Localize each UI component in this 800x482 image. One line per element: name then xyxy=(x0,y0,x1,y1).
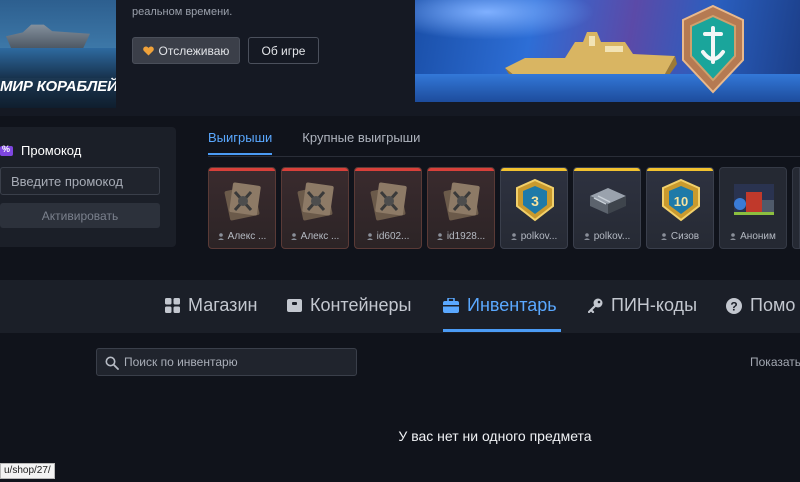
promo-title: Промокод xyxy=(21,143,82,158)
win-card[interactable]: id602... xyxy=(354,167,422,249)
activate-promo-button[interactable]: Активировать xyxy=(0,203,160,228)
warship-image xyxy=(6,24,90,48)
crate-icon xyxy=(443,182,480,221)
nav-shop-label: Магазин xyxy=(188,295,258,315)
win-card-owner: Аноним xyxy=(740,231,776,242)
key-icon xyxy=(588,298,603,313)
status-bar-url: u/shop/27/ xyxy=(0,463,55,479)
sea-image xyxy=(0,48,116,78)
heart-icon xyxy=(142,46,154,56)
game-hero: МИР КОРАБЛЕЙ реальном времени. Отслежива… xyxy=(0,0,800,116)
inventory-search-input[interactable] xyxy=(124,349,354,375)
nav-pin-codes-label: ПИН-коды xyxy=(611,295,698,315)
nav-inventory-label: Инвентарь xyxy=(467,295,557,315)
win-card[interactable]: 3 polkov... xyxy=(500,167,568,249)
nav-inventory[interactable]: Инвентарь xyxy=(443,295,557,316)
win-card[interactable]: polkov... xyxy=(573,167,641,249)
promo-code-input[interactable] xyxy=(0,167,160,195)
svg-text:10: 10 xyxy=(674,194,688,209)
win-card-partial[interactable] xyxy=(792,167,800,249)
user-icon xyxy=(583,233,590,240)
follow-button-label: Отслеживаю xyxy=(158,43,230,58)
nav-containers-label: Контейнеры xyxy=(310,295,412,315)
recent-wins-list: Алекс ... Алекс ... id602... id1928... 3… xyxy=(208,167,800,249)
user-icon xyxy=(730,233,737,240)
inventory-search[interactable] xyxy=(96,348,357,376)
crate-icon xyxy=(370,182,407,221)
user-icon xyxy=(290,233,297,240)
about-game-button[interactable]: Об игре xyxy=(248,37,319,64)
search-icon xyxy=(105,356,119,370)
nav-containers[interactable]: Контейнеры xyxy=(287,295,411,316)
crate-icon xyxy=(224,182,261,221)
box-icon xyxy=(287,299,302,312)
medal-10-icon: 10 xyxy=(662,178,700,222)
empty-inventory-message: У вас нет ни одного предмета xyxy=(398,428,592,444)
promo-header: Промокод xyxy=(0,143,81,158)
win-card[interactable]: Аноним xyxy=(719,167,787,249)
grid-icon xyxy=(165,298,180,313)
user-icon xyxy=(510,233,517,240)
tabs-divider xyxy=(208,156,800,157)
user-icon xyxy=(660,233,667,240)
tab-big-wins[interactable]: Крупные выигрыши xyxy=(302,130,420,155)
briefcase-icon xyxy=(443,298,459,313)
nav-help-label: Помо xyxy=(750,295,796,315)
svg-text:?: ? xyxy=(730,299,737,313)
game-logo[interactable]: МИР КОРАБЛЕЙ xyxy=(0,0,116,108)
emblem-image xyxy=(682,4,744,94)
win-card-owner: Алекс ... xyxy=(227,231,267,242)
win-card[interactable]: Алекс ... xyxy=(208,167,276,249)
promo-panel: Промокод Активировать xyxy=(0,127,176,247)
nav-help[interactable]: ? Помо xyxy=(726,295,795,316)
container-icon xyxy=(590,188,626,214)
shop-nav: Магазин Контейнеры Инвентарь ПИН-коды ? … xyxy=(0,280,800,333)
show-filter-label[interactable]: Показать xyxy=(750,355,800,369)
win-card[interactable]: 10 Сизов xyxy=(646,167,714,249)
user-icon xyxy=(366,233,373,240)
svg-text:3: 3 xyxy=(531,193,539,209)
nav-shop[interactable]: Магазин xyxy=(165,295,257,316)
medal-3-icon: 3 xyxy=(516,178,554,222)
user-icon xyxy=(436,233,443,240)
crate-icon xyxy=(297,182,334,221)
game-description: реальном времени. xyxy=(132,6,233,18)
promo-banner[interactable] xyxy=(415,0,800,102)
win-card-owner: polkov... xyxy=(520,231,558,242)
win-card-owner: id602... xyxy=(376,231,410,242)
wins-tabs: Выигрыши Крупные выигрыши xyxy=(208,130,420,155)
win-card-owner: id1928... xyxy=(446,231,486,242)
battleship-image xyxy=(505,32,677,80)
active-tab-indicator xyxy=(443,329,561,332)
discount-tag-icon xyxy=(0,144,13,156)
game-title: МИР КОРАБЛЕЙ xyxy=(0,78,116,95)
win-card[interactable]: Алекс ... xyxy=(281,167,349,249)
help-icon: ? xyxy=(726,297,742,314)
win-card-owner: Алекс ... xyxy=(300,231,340,242)
bundle-icon xyxy=(734,184,774,215)
user-icon xyxy=(217,233,224,240)
follow-button[interactable]: Отслеживаю xyxy=(132,37,240,64)
win-card-owner: polkov... xyxy=(593,231,631,242)
tab-wins[interactable]: Выигрыши xyxy=(208,130,273,155)
win-card[interactable]: id1928... xyxy=(427,167,495,249)
win-card-owner: Сизов xyxy=(670,231,700,242)
nav-pin-codes[interactable]: ПИН-коды xyxy=(588,295,697,316)
